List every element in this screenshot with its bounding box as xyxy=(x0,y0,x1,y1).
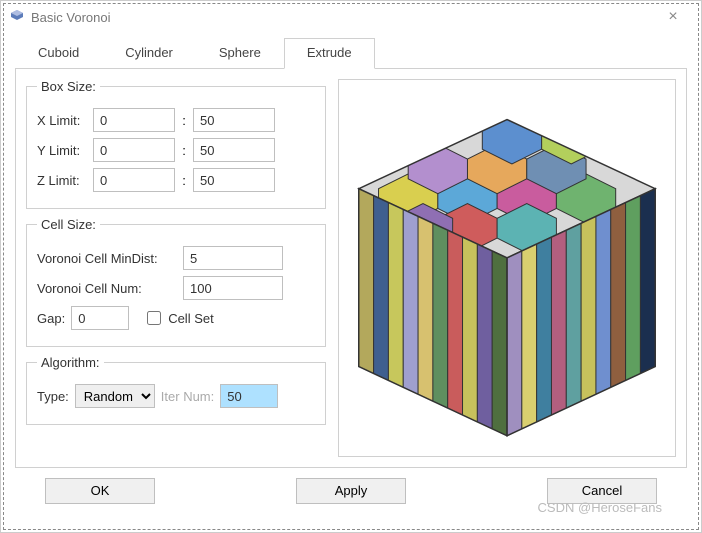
y-min-input[interactable] xyxy=(93,138,175,162)
voronoi-preview-icon xyxy=(339,80,675,456)
preview-pane xyxy=(338,79,676,457)
tab-sphere[interactable]: Sphere xyxy=(196,38,284,69)
x-limit-label: X Limit: xyxy=(37,113,87,128)
y-limit-label: Y Limit: xyxy=(37,143,87,158)
mindist-input[interactable] xyxy=(183,246,283,270)
box-size-legend: Box Size: xyxy=(37,79,100,94)
cell-size-legend: Cell Size: xyxy=(37,217,100,232)
x-max-input[interactable] xyxy=(193,108,275,132)
gap-input[interactable] xyxy=(71,306,129,330)
cellset-checkbox[interactable] xyxy=(147,311,161,325)
type-select[interactable]: Random xyxy=(75,384,155,408)
z-limit-label: Z Limit: xyxy=(37,173,87,188)
cell-size-group: Cell Size: Voronoi Cell MinDist: Voronoi… xyxy=(26,217,326,347)
algorithm-legend: Algorithm: xyxy=(37,355,104,370)
x-sep: : xyxy=(181,113,187,128)
cancel-button[interactable]: Cancel xyxy=(547,478,657,504)
app-icon xyxy=(9,9,25,25)
apply-button[interactable]: Apply xyxy=(296,478,406,504)
close-icon[interactable]: × xyxy=(653,8,693,26)
type-label: Type: xyxy=(37,389,69,404)
z-min-input[interactable] xyxy=(93,168,175,192)
z-sep: : xyxy=(181,173,187,188)
window-title: Basic Voronoi xyxy=(31,10,653,25)
cellset-label: Cell Set xyxy=(168,311,214,326)
x-min-input[interactable] xyxy=(93,108,175,132)
iter-label: Iter Num: xyxy=(161,389,214,404)
tab-bar: Cuboid Cylinder Sphere Extrude xyxy=(15,37,687,69)
box-size-group: Box Size: X Limit: : Y Limit: : Z Limit: xyxy=(26,79,326,209)
tab-extrude[interactable]: Extrude xyxy=(284,38,375,69)
tab-cylinder[interactable]: Cylinder xyxy=(102,38,196,69)
ok-button[interactable]: OK xyxy=(45,478,155,504)
mindist-label: Voronoi Cell MinDist: xyxy=(37,251,177,266)
gap-label: Gap: xyxy=(37,311,65,326)
z-max-input[interactable] xyxy=(193,168,275,192)
cellnum-input[interactable] xyxy=(183,276,283,300)
y-max-input[interactable] xyxy=(193,138,275,162)
tab-cuboid[interactable]: Cuboid xyxy=(15,38,102,69)
y-sep: : xyxy=(181,143,187,158)
cellnum-label: Voronoi Cell Num: xyxy=(37,281,177,296)
algorithm-group: Algorithm: Type: Random Iter Num: xyxy=(26,355,326,425)
iter-input xyxy=(220,384,278,408)
